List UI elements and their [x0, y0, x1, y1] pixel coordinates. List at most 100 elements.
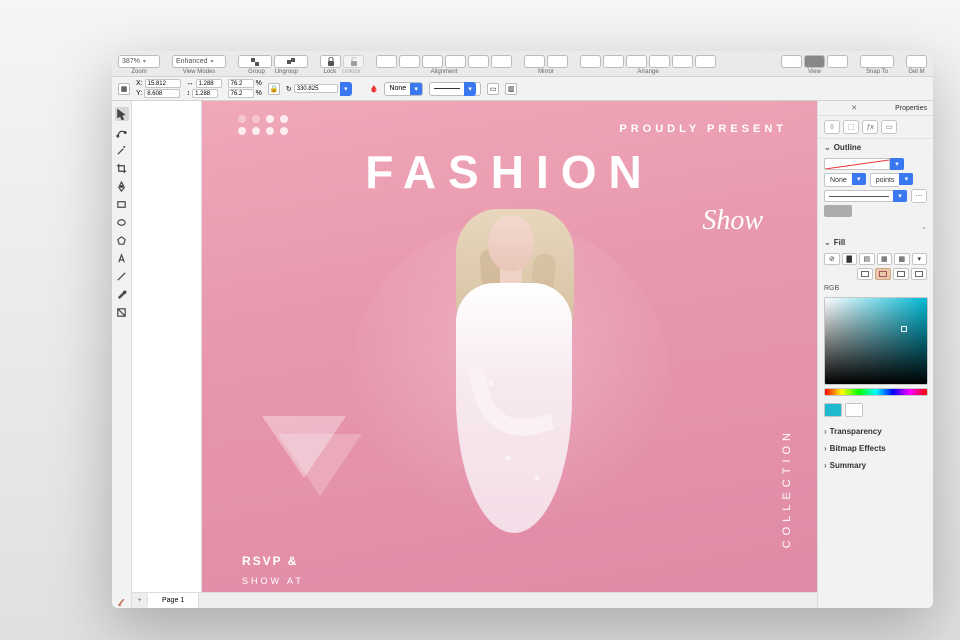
- outline-pattern-dd[interactable]: [824, 190, 893, 202]
- align-3[interactable]: [422, 55, 443, 68]
- outline-color-dd[interactable]: ▾: [890, 158, 904, 170]
- rotation-field[interactable]: 330.825: [294, 84, 338, 93]
- fill-none-dd[interactable]: None▾: [384, 82, 423, 96]
- arrange-group: Arrange: [580, 55, 716, 75]
- color-picker[interactable]: [824, 297, 928, 385]
- unlock-button[interactable]: [343, 55, 364, 68]
- fill-edit-2[interactable]: [875, 268, 891, 280]
- props-tab-2[interactable]: ⬚: [843, 120, 859, 134]
- x-field[interactable]: 15.812: [145, 79, 181, 88]
- lock-aspect-icon[interactable]: 🔒: [268, 83, 280, 95]
- node-tool[interactable]: [115, 125, 129, 139]
- workspace: PROUDLY PRESENT FASHION Show RSVP & SHOW…: [112, 101, 933, 608]
- property-bar: ▦ X:15.812 Y:8.608 ↔1.288 ↕1.288 76.2% 7…: [112, 77, 933, 101]
- current-color-swatch[interactable]: [824, 403, 842, 417]
- ellipse-tool[interactable]: [115, 215, 129, 229]
- pcty-field[interactable]: 76.2: [228, 89, 254, 98]
- align-6[interactable]: [491, 55, 512, 68]
- outline-section-header[interactable]: Outline: [818, 139, 933, 156]
- pctx-field[interactable]: 76.2: [228, 79, 254, 88]
- outline-units-dd[interactable]: points▾: [870, 173, 914, 187]
- page-tab-1[interactable]: Page 1: [148, 593, 199, 608]
- fill-edit-4[interactable]: [911, 268, 927, 280]
- w-icon: ↔: [187, 80, 194, 87]
- align-2[interactable]: [399, 55, 420, 68]
- misc-btn-2[interactable]: ▥: [505, 83, 517, 95]
- ungroup-button[interactable]: [274, 55, 308, 68]
- poster-model-image: [400, 209, 620, 589]
- polygon-tool[interactable]: [115, 233, 129, 247]
- view-1[interactable]: [781, 55, 802, 68]
- rectangle-tool[interactable]: [115, 197, 129, 211]
- fill-type-none[interactable]: ⊘: [824, 253, 840, 265]
- w-field[interactable]: 1.288: [196, 79, 222, 88]
- pointer-tool[interactable]: [115, 107, 129, 121]
- wand-tool[interactable]: [115, 143, 129, 157]
- previous-color-swatch[interactable]: [845, 403, 863, 417]
- mirror-v[interactable]: [547, 55, 568, 68]
- stroke-preview[interactable]: ▾: [429, 82, 481, 96]
- snap-button[interactable]: [860, 55, 894, 68]
- hue-slider[interactable]: [824, 388, 928, 396]
- bitmap-effects-section-header[interactable]: Bitmap Effects: [818, 440, 933, 457]
- lock-button[interactable]: [320, 55, 341, 68]
- arr-2[interactable]: [603, 55, 624, 68]
- fill-type-tex[interactable]: ▩: [894, 253, 910, 265]
- view-2[interactable]: [804, 55, 825, 68]
- pen-tool[interactable]: [115, 179, 129, 193]
- arr-1[interactable]: [580, 55, 601, 68]
- outline-style-dd[interactable]: None▾: [824, 173, 866, 187]
- outline-color-swatch[interactable]: [824, 158, 890, 170]
- viewmodes-select[interactable]: Enhanced: [172, 55, 226, 68]
- fill-section-body: ⊘ ▇ ▤ ▦ ▩ ▾ RGB: [818, 251, 933, 423]
- eyedropper-tool[interactable]: [115, 287, 129, 301]
- add-page-button[interactable]: +: [132, 597, 148, 604]
- getm-group: Get M: [906, 55, 927, 75]
- transparency-section-header[interactable]: Transparency: [818, 423, 933, 440]
- rotation-dd[interactable]: ▾: [340, 82, 352, 96]
- text-tool[interactable]: [115, 251, 129, 265]
- rotate-icon: ↻: [286, 85, 292, 93]
- fill-section-header[interactable]: Fill: [818, 234, 933, 251]
- outline-collapse-caret[interactable]: ⌄: [818, 223, 933, 234]
- fill-type-solid[interactable]: ▇: [842, 253, 858, 265]
- arr-4[interactable]: [649, 55, 670, 68]
- h-field[interactable]: 1.288: [192, 89, 218, 98]
- misc-btn-1[interactable]: ▭: [487, 83, 499, 95]
- line-tool[interactable]: [115, 269, 129, 283]
- props-tab-1[interactable]: ◊: [824, 120, 840, 134]
- arr-6[interactable]: [695, 55, 716, 68]
- fill-type-grad[interactable]: ▤: [859, 253, 875, 265]
- props-tab-fx[interactable]: ƒx: [862, 120, 878, 134]
- fill-edit-1[interactable]: [857, 268, 873, 280]
- fill-tool[interactable]: [115, 305, 129, 319]
- y-label: Y:: [136, 90, 142, 97]
- poster-artwork[interactable]: PROUDLY PRESENT FASHION Show RSVP & SHOW…: [202, 101, 817, 608]
- view-3[interactable]: [827, 55, 848, 68]
- close-panel-icon[interactable]: ✕: [851, 104, 857, 112]
- tool-column: [112, 101, 132, 608]
- fill-type-more[interactable]: ▾: [912, 253, 928, 265]
- outline-more-button[interactable]: ⋯: [911, 189, 927, 203]
- getm-button[interactable]: [906, 55, 927, 68]
- arr-5[interactable]: [672, 55, 693, 68]
- align-1[interactable]: [376, 55, 397, 68]
- group-button[interactable]: [238, 55, 272, 68]
- canvas[interactable]: PROUDLY PRESENT FASHION Show RSVP & SHOW…: [132, 101, 817, 608]
- lock-group: Lock Unlock: [320, 55, 364, 75]
- mirror-h[interactable]: [524, 55, 545, 68]
- crop-tool[interactable]: [115, 161, 129, 175]
- zoom-select[interactable]: 387%: [118, 55, 160, 68]
- align-5[interactable]: [468, 55, 489, 68]
- y-field[interactable]: 8.608: [144, 89, 180, 98]
- selection-mode-1[interactable]: ▦: [118, 83, 130, 95]
- fill-edit-3[interactable]: [893, 268, 909, 280]
- props-tab-4[interactable]: ▭: [881, 120, 897, 134]
- wh-group: ↔1.288 ↕1.288: [187, 79, 222, 98]
- align-4[interactable]: [445, 55, 466, 68]
- brush-tool[interactable]: [115, 594, 129, 608]
- fill-type-pat[interactable]: ▦: [877, 253, 893, 265]
- arr-3[interactable]: [626, 55, 647, 68]
- summary-section-header[interactable]: Summary: [818, 457, 933, 474]
- snap-group: Snap To: [860, 55, 894, 75]
